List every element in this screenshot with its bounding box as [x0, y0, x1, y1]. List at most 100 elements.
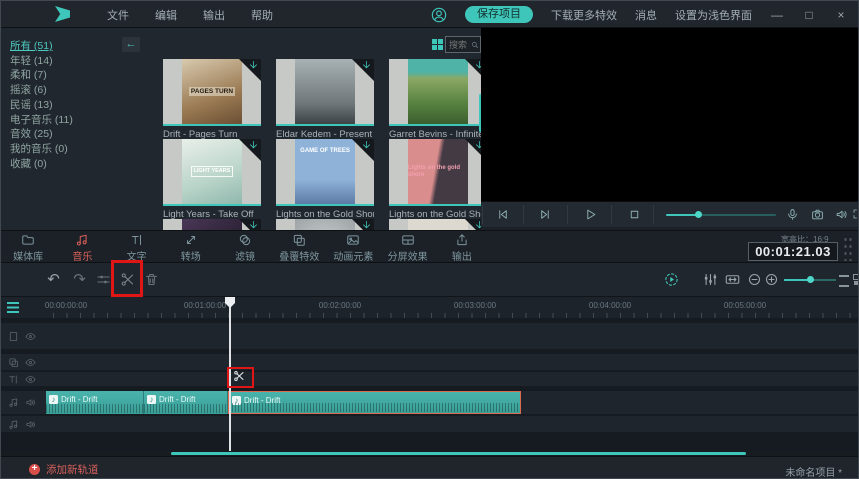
visibility-eye-icon[interactable] — [25, 374, 36, 385]
music-card[interactable] — [276, 219, 374, 230]
video-track[interactable] — [1, 323, 858, 349]
track-size-icon[interactable] — [839, 275, 849, 287]
visibility-eye-icon[interactable] — [25, 331, 36, 342]
download-icon[interactable] — [248, 60, 259, 71]
volume-icon[interactable] — [835, 208, 848, 221]
tab-transitions[interactable]: 转场 — [164, 232, 218, 263]
tab-split-screen[interactable]: 分屏效果 — [381, 232, 435, 263]
minimize-button[interactable]: — — [770, 8, 784, 22]
play-button[interactable] — [584, 208, 597, 221]
module-tab-strip: 媒体库 音乐 文字 转场 滤镜 叠覆特效 动画元素 分屏效果 输出 宽高比：16… — [1, 230, 858, 262]
music-card[interactable]: PAGES TURN Drift - Pages Turn — [163, 59, 261, 140]
save-project-button[interactable]: 保存项目 — [465, 6, 533, 23]
music-card[interactable]: Lights on the gold shore Lights on the G… — [389, 139, 483, 220]
timeline-zoom-slider[interactable] — [784, 279, 836, 281]
playhead[interactable] — [229, 297, 231, 451]
tab-overlays[interactable]: 叠覆特效 — [272, 232, 326, 263]
category-young[interactable]: 年轻 (14) — [10, 54, 73, 69]
audio-clip[interactable]: ♪ Drift - Drift — [144, 391, 228, 414]
tab-text[interactable]: 文字 — [109, 232, 163, 263]
tab-music[interactable]: 音乐 — [55, 232, 109, 263]
text-track[interactable] — [1, 372, 858, 386]
timeline-horizontal-scrollbar[interactable] — [171, 452, 746, 455]
seek-slider-thumb[interactable] — [695, 211, 702, 218]
music-card[interactable]: Garret Bevins - Infinite - S... — [389, 59, 483, 140]
video-preview — [481, 28, 859, 201]
download-icon[interactable] — [248, 220, 259, 230]
menu-file[interactable]: 文件 — [107, 7, 129, 23]
view-mode-grid-icon[interactable] — [853, 274, 859, 280]
maximize-button[interactable]: □ — [802, 8, 816, 22]
music-card[interactable] — [163, 219, 261, 230]
mute-speaker-icon[interactable] — [25, 419, 36, 430]
zoom-to-fit-icon[interactable] — [725, 272, 740, 287]
adjust-icon[interactable] — [96, 272, 111, 287]
category-favorites[interactable]: 收藏 (0) — [10, 157, 73, 172]
zoom-in-icon[interactable] — [764, 272, 779, 287]
category-all[interactable]: 所有 (51) — [10, 39, 73, 54]
render-preview-icon[interactable] — [664, 272, 679, 287]
text-track-header — [1, 372, 41, 386]
undo-button[interactable]: ↶ — [46, 272, 61, 287]
track-manager-icon[interactable] — [7, 302, 19, 313]
collapse-sidebar-button[interactable]: ← — [122, 37, 140, 52]
video-track-icon — [8, 331, 19, 342]
light-theme-link[interactable]: 设置为浅色界面 — [675, 7, 752, 23]
audio-clip[interactable]: ♪ Drift - Drift — [46, 391, 144, 414]
close-button[interactable]: × — [834, 8, 848, 22]
music-note-chip: ♪ — [232, 396, 241, 405]
menu-help[interactable]: 帮助 — [251, 7, 273, 23]
stop-button[interactable] — [628, 208, 641, 221]
previous-frame-button[interactable] — [496, 208, 509, 221]
cut-at-playhead-scissors-icon[interactable] — [232, 370, 250, 384]
next-frame-button[interactable] — [539, 208, 552, 221]
download-icon[interactable] — [361, 220, 372, 230]
music-card[interactable]: GAME OF TREES Lights on the Gold Shore -… — [276, 139, 374, 220]
grid-view-icon[interactable] — [432, 39, 437, 44]
audio-mixer-icon[interactable] — [703, 272, 718, 287]
audio-clip-selected[interactable]: ♪ Drift - Drift — [228, 391, 521, 414]
seek-slider[interactable] — [666, 214, 776, 216]
search-input[interactable] — [446, 40, 471, 50]
split-scissors-button[interactable] — [120, 272, 135, 287]
add-track-button[interactable]: + 添加新轨道 — [29, 462, 99, 477]
download-icon[interactable] — [361, 60, 372, 71]
category-sfx[interactable]: 音效 (25) — [10, 127, 73, 142]
audio-track-2[interactable] — [1, 416, 858, 432]
redo-button[interactable]: ↷ — [72, 272, 87, 287]
category-rock[interactable]: 摇滚 (6) — [10, 83, 73, 98]
download-icon[interactable] — [361, 140, 372, 151]
delete-trash-button[interactable] — [144, 272, 159, 287]
category-electronic[interactable]: 电子音乐 (11) — [10, 113, 73, 128]
overlay-track[interactable] — [1, 354, 858, 370]
record-voiceover-icon[interactable] — [786, 208, 799, 221]
category-my-music[interactable]: 我的音乐 (0) — [10, 142, 73, 157]
tab-export[interactable]: 输出 — [435, 232, 489, 263]
category-folk[interactable]: 民谣 (13) — [10, 98, 73, 113]
tab-filters[interactable]: 滤镜 — [218, 232, 272, 263]
fullscreen-icon[interactable] — [852, 208, 859, 220]
account-icon[interactable] — [431, 7, 447, 23]
messages-link[interactable]: 消息 — [635, 7, 657, 23]
tab-elements[interactable]: 动画元素 — [326, 232, 380, 263]
visibility-eye-icon[interactable] — [25, 357, 36, 368]
zoom-out-icon[interactable] — [747, 272, 762, 287]
download-icon[interactable] — [248, 140, 259, 151]
music-card[interactable]: Out — [389, 219, 483, 230]
ruler-label: 00:02:00:00 — [319, 301, 361, 310]
tab-media-library[interactable]: 媒体库 — [1, 232, 55, 263]
statusbar: + 添加新轨道 未命名项目 * — [1, 456, 858, 479]
timeline-zoom-thumb[interactable] — [807, 276, 814, 283]
music-card[interactable]: Eldar Kedem - Present Mo... — [276, 59, 374, 140]
category-soft[interactable]: 柔和 (7) — [10, 68, 73, 83]
music-library-panel: PAGES TURN Drift - Pages Turn Eldar Kede… — [141, 28, 483, 230]
snapshot-icon[interactable] — [811, 208, 824, 221]
mute-speaker-icon[interactable] — [25, 397, 36, 408]
timeline-ruler[interactable]: 00:00:00:00 00:01:00:00 00:02:00:00 00:0… — [1, 296, 858, 318]
music-category-sidebar: 所有 (51) 年轻 (14) 柔和 (7) 摇滚 (6) 民谣 (13) 电子… — [1, 28, 141, 230]
music-card[interactable]: LIGHT YEARS Light Years - Take Off — [163, 139, 261, 220]
menu-output[interactable]: 输出 — [203, 7, 225, 23]
download-effects-link[interactable]: 下载更多特效 — [551, 7, 617, 23]
search-box[interactable] — [445, 36, 481, 53]
menu-edit[interactable]: 编辑 — [155, 7, 177, 23]
